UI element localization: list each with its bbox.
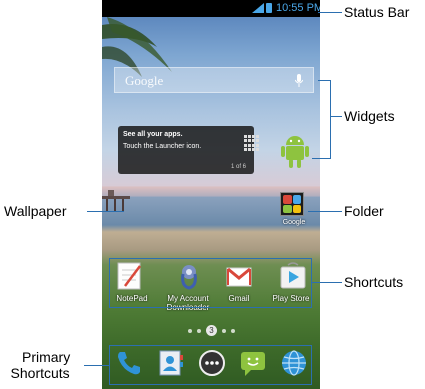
status-time: 10:55 PM (276, 2, 320, 14)
widgets-bracket-bottom (312, 158, 330, 159)
shortcuts-pointer (312, 282, 342, 283)
battery-icon (266, 3, 272, 13)
current-page-dot: 3 (206, 325, 217, 336)
wallpaper-pointer (87, 211, 124, 212)
status-bar-pointer (318, 12, 342, 13)
tip-title: See all your apps. (123, 131, 183, 138)
apps-grid-icon (244, 135, 260, 151)
wallpaper-callout: Wallpaper (4, 203, 67, 219)
shortcuts-callout: Shortcuts (344, 274, 404, 290)
page-dot (222, 329, 226, 333)
shortcuts-frame (109, 258, 312, 308)
google-search-widget[interactable]: Google (114, 67, 314, 93)
launcher-tip-bubble[interactable]: See all your apps. Touch the Launcher ic… (118, 126, 259, 174)
tip-body: Touch the Launcher icon. (123, 143, 202, 150)
primary-shortcuts-frame (109, 345, 312, 385)
widgets-pointer (330, 116, 342, 117)
search-widget-label: Google (125, 73, 164, 88)
widgets-bracket (330, 80, 331, 159)
page-dot (197, 329, 201, 333)
status-bar: 10:55 PM (102, 0, 320, 17)
phone-screen: 10:55 PM Google See all your apps. Touch… (102, 0, 320, 389)
widgets-bracket-top (318, 80, 330, 81)
primary-shortcuts-pointer (84, 365, 109, 366)
widgets-callout: Widgets (344, 108, 395, 124)
folder-callout: Folder (344, 203, 384, 219)
mic-icon[interactable] (295, 74, 303, 87)
tip-page-indicator: 1 of 6 (230, 164, 246, 170)
primary-shortcuts-callout: Primary Shortcuts (11, 349, 71, 381)
primary-shortcuts-line1: Primary (22, 349, 71, 365)
primary-shortcuts-line2: Shortcuts (10, 365, 70, 381)
page-indicator[interactable]: 3 (180, 325, 240, 337)
signal-icon (252, 3, 264, 13)
page-dot (188, 329, 192, 333)
android-icon (281, 136, 309, 168)
page-dot (231, 329, 235, 333)
status-bar-callout: Status Bar (344, 4, 410, 20)
folder-pointer (308, 211, 342, 212)
google-folder-icon[interactable] (280, 192, 304, 216)
folder-label: Google (282, 219, 306, 226)
wallpaper-pier-image (102, 190, 130, 212)
